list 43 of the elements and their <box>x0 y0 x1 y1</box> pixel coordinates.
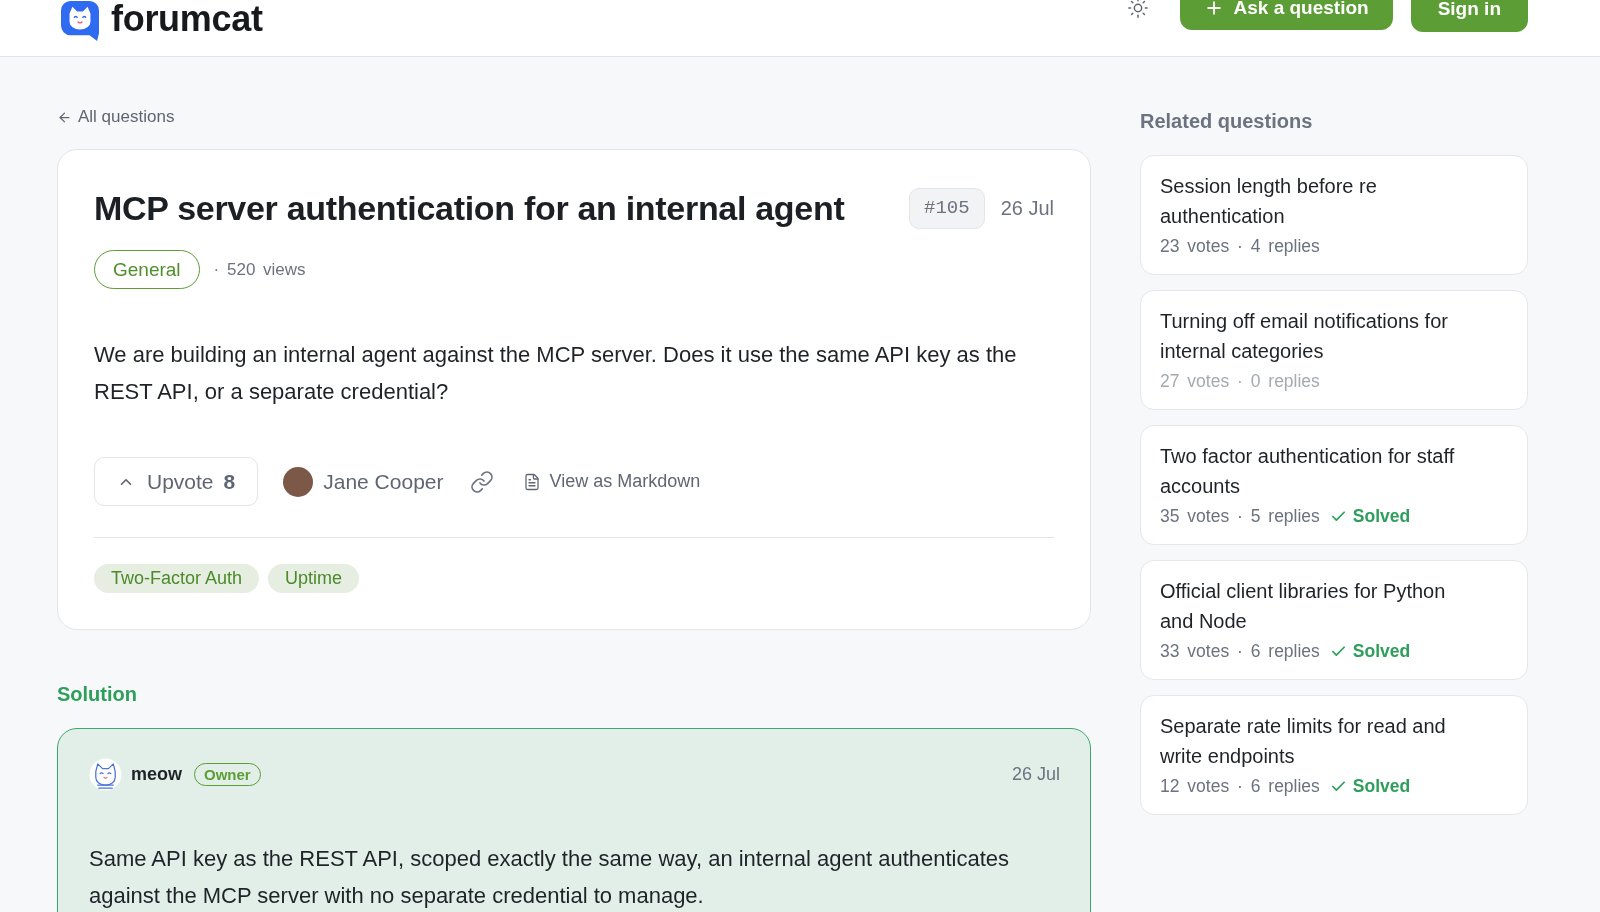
avatar-icon <box>283 466 314 497</box>
link-icon[interactable] <box>470 469 495 494</box>
solved-status: Solved <box>1352 640 1411 663</box>
sign-in-button[interactable]: Sign in <box>1410 0 1528 32</box>
related-question-title: Two factor authentication for staff accounts <box>1160 444 1456 499</box>
related-question-card[interactable]: Turning off email notifications for internal categories 27 votes · 0 replies <box>1140 290 1528 410</box>
post-date: 26 Jul <box>1000 196 1054 220</box>
related-question-card[interactable]: Two factor authentication for staff accounts 35 votes · 5 replies Solved <box>1140 425 1528 545</box>
solution-heading: Solution <box>57 682 138 707</box>
logo-text[interactable]: forumcat <box>111 1 263 37</box>
question-title: MCP server authentication for an internal agent <box>94 188 846 229</box>
related-question-title: Session length before re authentication <box>1160 174 1378 229</box>
author-name: Jane Cooper <box>323 469 444 494</box>
solved-status: Solved <box>1352 505 1411 528</box>
related-question-card[interactable]: Official client libraries for Python and Node 33 votes · 6 replies Solved <box>1140 560 1528 680</box>
upvote-button[interactable]: Upvote 8 <box>94 457 259 506</box>
solution-body: Same API key as the REST API, scoped exactly the same way, an internal agent authenticates against the MCP server with no separate credential to manage. <box>89 845 1011 910</box>
ask-question-button[interactable]: Ask a question <box>1179 0 1393 30</box>
tag[interactable]: Uptime <box>268 564 360 593</box>
related-question-title: Turning off email notifications for internal categories <box>1160 309 1449 364</box>
question-stats: 33 votes · 6 replies <box>1160 640 1320 663</box>
related-heading: Related questions <box>1140 109 1314 134</box>
cat-avatar-icon <box>89 758 122 791</box>
question-body: We are building an internal agent against the MCP server. Does it use the same API key as the REST API, or a separate credential? <box>94 341 1018 406</box>
author-name: meow <box>131 764 182 785</box>
question-stats: 35 votes · 5 replies <box>1160 505 1320 528</box>
related-question-title: Separate rate limits for read and write endpoints <box>1160 714 1447 769</box>
question-stats: 12 votes · 6 replies <box>1160 775 1320 798</box>
question-stats: 23 votes · 4 replies <box>1160 235 1320 258</box>
related-question-card[interactable]: Separate rate limits for read and write endpoints 12 votes · 6 replies Solved <box>1140 695 1528 815</box>
logo-icon[interactable] <box>61 1 99 41</box>
question-stats: 27 votes · 0 replies <box>1160 370 1320 393</box>
view-markdown-link[interactable]: View as Markdown <box>523 471 701 492</box>
solved-status: Solved <box>1352 775 1411 798</box>
related-question-card[interactable]: Session length before re authentication 23 votes · 4 replies <box>1140 155 1528 275</box>
post-date: 26 Jul <box>1011 764 1060 785</box>
sun-icon[interactable] <box>1126 0 1149 19</box>
document-icon <box>523 472 542 491</box>
question-number: #105 <box>909 187 985 229</box>
related-question-title: Official client libraries for Python and Node <box>1160 579 1447 634</box>
tag[interactable]: Two-Factor Auth <box>94 564 260 593</box>
view-count: · 520 views <box>213 259 306 280</box>
back-link[interactable]: All questions <box>57 106 175 128</box>
